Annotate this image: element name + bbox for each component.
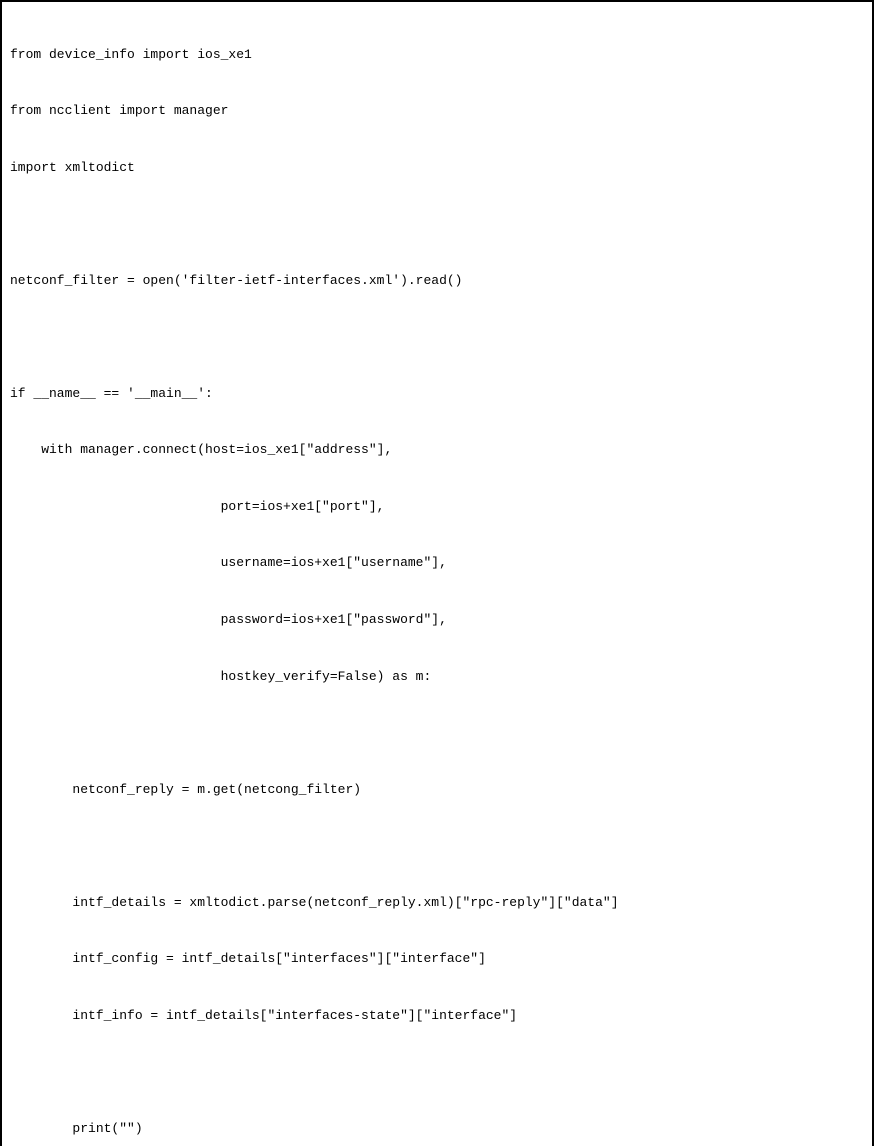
code-line-4	[10, 215, 864, 234]
code-line-1: from device_info import ios_xe1	[10, 46, 864, 65]
code-line-14: netconf_reply = m.get(netcong_filter)	[10, 781, 864, 800]
code-line-7: if __name__ == '__main__':	[10, 385, 864, 404]
code-line-5: netconf_filter = open('filter-ietf-inter…	[10, 272, 864, 291]
code-block: from device_info import ios_xe1 from ncc…	[10, 8, 864, 1146]
code-line-13	[10, 724, 864, 743]
code-line-2: from ncclient import manager	[10, 102, 864, 121]
code-line-15	[10, 837, 864, 856]
code-line-20: print("")	[10, 1120, 864, 1139]
code-line-11: password=ios+xe1["password"],	[10, 611, 864, 630]
code-line-10: username=ios+xe1["username"],	[10, 554, 864, 573]
code-line-17: intf_config = intf_details["interfaces"]…	[10, 950, 864, 969]
code-line-18: intf_info = intf_details["interfaces-sta…	[10, 1007, 864, 1026]
code-line-19	[10, 1063, 864, 1082]
code-container: from device_info import ios_xe1 from ncc…	[0, 0, 874, 1146]
code-line-16: intf_details = xmltodict.parse(netconf_r…	[10, 894, 864, 913]
code-line-3: import xmltodict	[10, 159, 864, 178]
code-line-6	[10, 328, 864, 347]
code-line-8: with manager.connect(host=ios_xe1["addre…	[10, 441, 864, 460]
code-line-12: hostkey_verify=False) as m:	[10, 668, 864, 687]
code-line-9: port=ios+xe1["port"],	[10, 498, 864, 517]
